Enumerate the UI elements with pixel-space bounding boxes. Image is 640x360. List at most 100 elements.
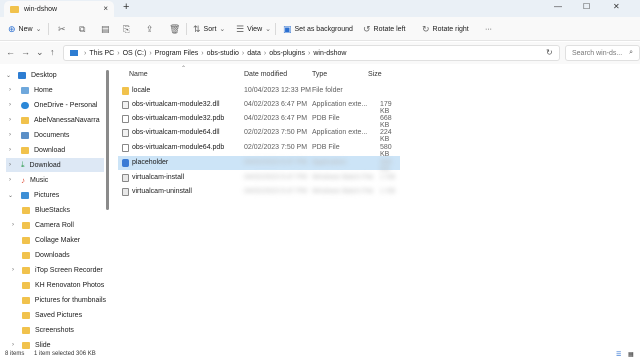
sidebar-item-collage-maker[interactable]: Collage Maker: [22, 233, 106, 247]
sidebar-item-downloads[interactable]: Downloads: [22, 248, 106, 262]
set-as-background-button[interactable]: ▣ Set as background: [283, 22, 353, 36]
sidebar-item-desktop[interactable]: ⌄ Desktop: [6, 68, 106, 82]
tiles-view-icon[interactable]: ▦: [628, 351, 634, 358]
sidebar-scrollbar[interactable]: [106, 70, 109, 210]
view-button[interactable]: ☰ View ⌄: [236, 22, 271, 36]
breadcrumb-data[interactable]: data: [247, 50, 261, 57]
folder-icon: [22, 266, 30, 274]
more-options-button[interactable]: ···: [485, 22, 492, 36]
refresh-icon[interactable]: ↻: [546, 48, 553, 57]
file-name: placeholder: [132, 159, 169, 166]
folder-icon: [22, 281, 30, 289]
view-icon: ☰: [236, 23, 245, 34]
column-header-type[interactable]: Type: [312, 71, 327, 78]
rotate-left-button[interactable]: ↺ Rotate left: [363, 22, 405, 36]
delete-icon[interactable]: 🗑: [169, 22, 183, 36]
breadcrumb-win-dshow[interactable]: win-dshow: [313, 50, 346, 57]
expand-arrow-icon[interactable]: ⌄: [8, 192, 13, 199]
sidebar-item-download[interactable]: › Download: [6, 143, 106, 157]
status-bar: 8 items 1 item selected 306 KB ☰ ▦: [0, 350, 640, 360]
tab-close-icon[interactable]: ×: [103, 4, 108, 13]
sidebar-item-label: Music: [30, 176, 49, 184]
cut-icon[interactable]: ✂: [58, 22, 69, 36]
paste-icon[interactable]: ▤: [101, 22, 113, 36]
sidebar-item-saved-pictures[interactable]: Saved Pictures: [22, 308, 106, 322]
copy-icon[interactable]: ⧉: [79, 22, 88, 36]
maximize-button[interactable]: ☐: [583, 2, 590, 11]
search-input[interactable]: Search win-ds... ⌕: [565, 45, 640, 61]
sidebar-item-camera-roll[interactable]: › Camera Roll: [12, 218, 106, 232]
breadcrumb-obs-plugins[interactable]: obs-plugins: [269, 50, 305, 57]
desktop-icon: [18, 71, 26, 79]
expand-arrow-icon[interactable]: ⌄: [6, 72, 11, 79]
expand-arrow-icon[interactable]: ›: [12, 222, 14, 228]
chevron-right-icon: ›: [149, 49, 152, 57]
sidebar-item-pictures[interactable]: ⌄ Pictures: [6, 188, 106, 202]
file-date: 10/04/2023 12:33 PM: [244, 87, 311, 94]
sidebar-item-home[interactable]: › Home: [6, 83, 106, 97]
expand-arrow-icon[interactable]: ›: [12, 342, 14, 348]
recent-chevron-icon[interactable]: ⌄: [36, 47, 44, 58]
chevron-down-icon: ⌄: [219, 26, 226, 33]
expand-arrow-icon[interactable]: ›: [9, 147, 11, 153]
file-date: 04/02/2023 6:47 PM: [244, 188, 308, 195]
expand-arrow-icon[interactable]: ›: [9, 117, 11, 123]
file-size: 1 KB: [380, 174, 396, 181]
breadcrumb-program-files[interactable]: Program Files: [155, 50, 199, 57]
file-row-virtualcam-uninstall[interactable]: virtualcam-uninstall 04/02/2023 6:47 PM …: [118, 185, 400, 199]
details-view-icon[interactable]: ☰: [616, 351, 621, 358]
expand-arrow-icon[interactable]: ›: [9, 132, 11, 138]
expand-arrow-icon[interactable]: ›: [9, 162, 11, 168]
sidebar-item-bluestacks[interactable]: BlueStacks: [22, 203, 106, 217]
expand-arrow-icon[interactable]: ›: [9, 177, 11, 183]
file-row-module64-pdb[interactable]: obs-virtualcam-module64.pdb 02/02/2023 7…: [118, 141, 400, 158]
column-header-name[interactable]: Name: [129, 71, 148, 78]
chevron-right-icon: ›: [117, 49, 120, 57]
expand-arrow-icon[interactable]: ›: [12, 267, 14, 273]
rename-icon[interactable]: ⎘: [123, 22, 133, 36]
rotate-right-button[interactable]: ↻ Rotate right: [422, 22, 469, 36]
file-date: 02/02/2023 7:50 PM: [244, 129, 308, 136]
breadcrumb-os-c[interactable]: OS (C:): [123, 50, 147, 57]
sidebar-item-kh-renovaton-photos[interactable]: KH Renovaton Photos: [22, 278, 106, 292]
search-icon: ⌕: [629, 49, 633, 56]
folder-icon: [10, 5, 19, 13]
address-bar[interactable]: › This PC › OS (C:) › Program Files › ob…: [63, 45, 560, 61]
column-header-size[interactable]: Size: [368, 71, 382, 78]
expand-arrow-icon[interactable]: ›: [9, 102, 11, 108]
pdb-file-icon: [122, 144, 129, 152]
up-icon[interactable]: ↑: [50, 47, 55, 57]
sidebar-item-pictures-for-thumbnails[interactable]: Pictures for thumbnails: [22, 293, 106, 307]
file-row-virtualcam-install[interactable]: virtualcam-install 04/02/2023 6:47 PM Wi…: [118, 171, 400, 185]
new-tab-button[interactable]: +: [123, 1, 129, 13]
breadcrumb-this-pc[interactable]: This PC: [89, 50, 114, 57]
tab-win-dshow[interactable]: win-dshow ×: [4, 1, 114, 17]
divider: [186, 23, 187, 35]
documents-icon: [21, 131, 29, 139]
file-row-module64-dll[interactable]: obs-virtualcam-module64.dll 02/02/2023 7…: [118, 126, 400, 143]
file-row-locale[interactable]: locale 10/04/2023 12:33 PM File folder: [118, 84, 400, 98]
close-window-button[interactable]: ✕: [613, 2, 620, 11]
sidebar-item-documents[interactable]: › Documents: [6, 128, 106, 142]
column-header-date-modified[interactable]: Date modified: [244, 71, 287, 78]
back-icon[interactable]: ←: [6, 47, 15, 57]
file-row-module32-dll[interactable]: obs-virtualcam-module32.dll 04/02/2023 6…: [118, 98, 400, 115]
expand-arrow-icon[interactable]: ›: [9, 87, 11, 93]
breadcrumb-obs-studio[interactable]: obs-studio: [207, 50, 239, 57]
minimize-button[interactable]: —: [554, 2, 562, 11]
sidebar-item-itop-screen-recorder[interactable]: › iTop Screen Recorder: [12, 263, 106, 277]
sidebar-item-label: Saved Pictures: [35, 311, 83, 319]
sort-button[interactable]: ⇅ Sort ⌄: [193, 22, 225, 36]
sidebar-item-screenshots[interactable]: Screenshots: [22, 323, 106, 337]
forward-icon[interactable]: →: [21, 47, 30, 57]
share-icon[interactable]: ⇪: [146, 22, 157, 36]
file-row-placeholder-selected[interactable]: placeholder 04/02/2023 6:47 PM Applicati…: [118, 156, 400, 173]
sidebar-item-download-selected[interactable]: › ⤓ Download: [6, 158, 104, 172]
sidebar-item-onedrive[interactable]: › OneDrive - Personal: [6, 98, 106, 112]
folder-icon: [21, 146, 29, 154]
file-row-module32-pdb[interactable]: obs-virtualcam-module32.pdb 04/02/2023 6…: [118, 112, 400, 129]
sidebar-item-music[interactable]: › ♪ Music: [6, 173, 106, 187]
pdb-file-icon: [122, 115, 129, 123]
sidebar-item-abelvanessanavarra[interactable]: › AbelVanessaNavarra: [6, 113, 106, 127]
new-button[interactable]: ⊕ New ⌄: [8, 22, 41, 36]
